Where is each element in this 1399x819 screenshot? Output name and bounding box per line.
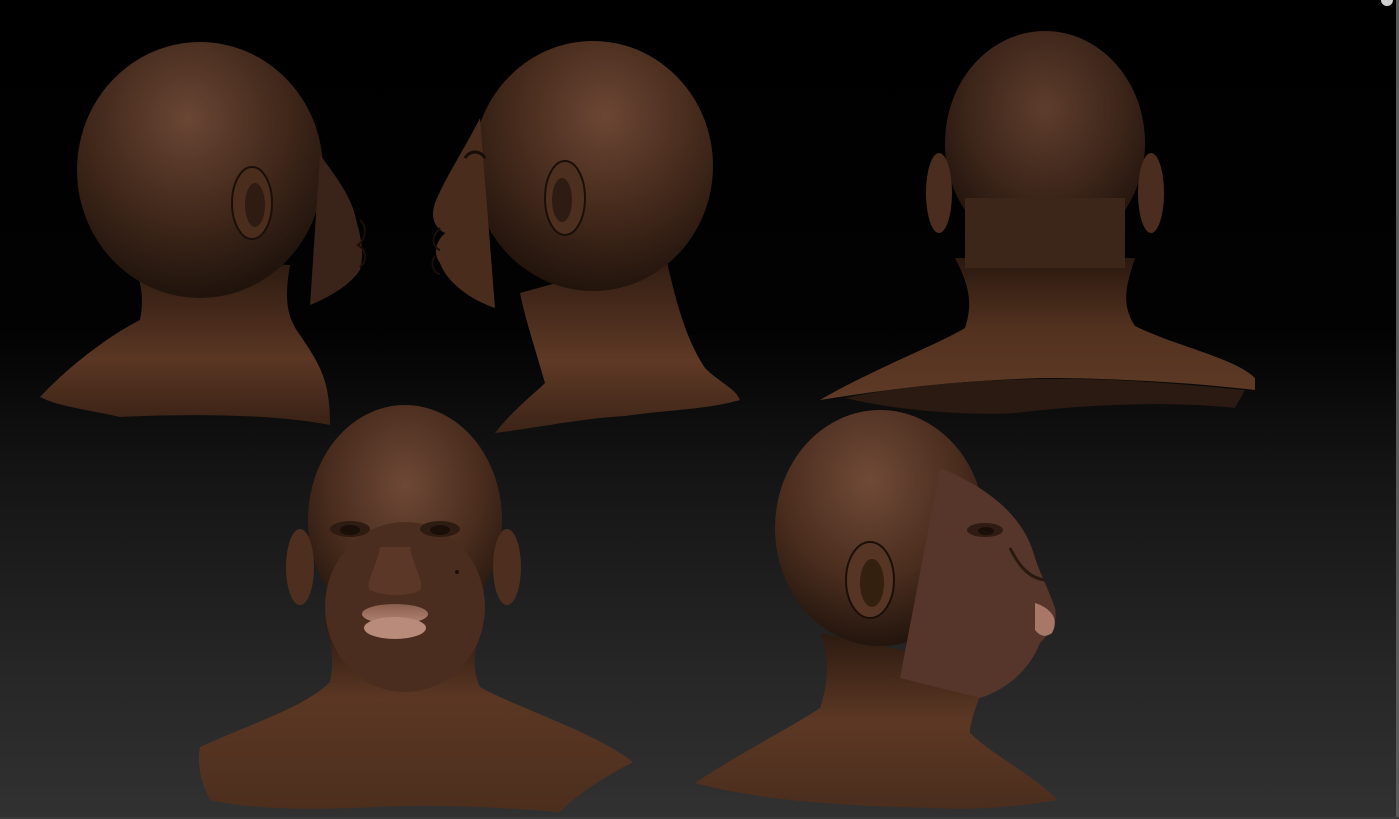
corner-indicator-icon bbox=[1381, 0, 1393, 6]
head-back-render bbox=[815, 28, 1265, 428]
head-right-three-quarter-render bbox=[690, 408, 1070, 818]
head-right-profile-render bbox=[425, 38, 745, 448]
head-left-rear-render bbox=[30, 35, 390, 435]
render-viewport bbox=[0, 0, 1399, 819]
head-front-render bbox=[195, 402, 645, 817]
